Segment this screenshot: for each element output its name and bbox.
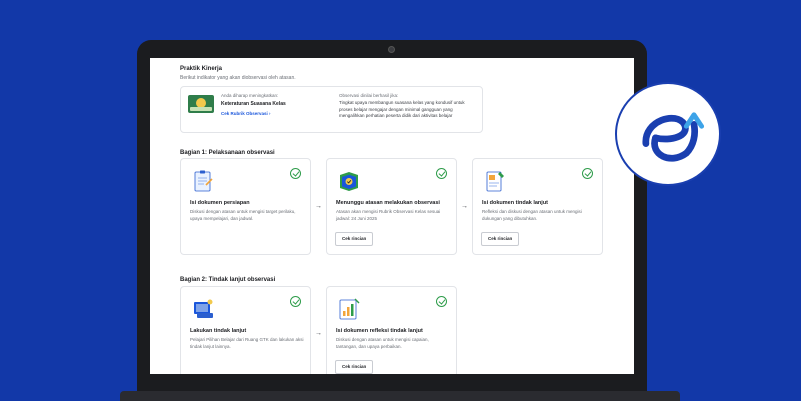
- completed-check-icon: [582, 168, 593, 179]
- brand-logo-badge: [615, 82, 721, 186]
- document-checklist-icon: [194, 170, 213, 192]
- card-description: Diskusi dengan atasan untuk mengisi capa…: [336, 337, 429, 349]
- card-description: Atasan akan mengisi Rubrik Observasi Kel…: [336, 209, 441, 221]
- check-rubric-link[interactable]: Cek Rubrik Observasi ›: [221, 111, 271, 116]
- indicator-prompt: Anda diharap meningkatkan:: [221, 93, 279, 98]
- check-details-button[interactable]: Cek rincian: [335, 232, 374, 246]
- classroom-illustration-icon: [188, 95, 214, 113]
- page-title: Praktik Kinerja: [180, 66, 223, 72]
- card-prep-document[interactable]: Isi dokumen persiapan Diskusi dengan ata…: [180, 158, 311, 255]
- completed-check-icon: [436, 168, 447, 179]
- arrow-right-icon: →: [315, 330, 322, 337]
- observation-board-icon: [340, 172, 358, 191]
- card-title: Isi dokumen persiapan: [190, 200, 250, 206]
- check-details-button[interactable]: Cek rincian: [335, 360, 374, 374]
- criteria-label: Observasi dinilai berhasil jika:: [339, 93, 399, 98]
- indicator-name: Keteraturan Suasana Kelas: [221, 101, 286, 107]
- arrow-right-icon: →: [315, 203, 322, 210]
- card-await-observation[interactable]: Menunggu atasan melakukan observasi Atas…: [326, 158, 457, 255]
- card-do-follow-up[interactable]: Lakukan tindak lanjut Pelajari Pilihan B…: [180, 286, 311, 374]
- indicator-info-box: Anda diharap meningkatkan: Keteraturan S…: [180, 86, 483, 133]
- section-1-title: Bagian 1: Pelaksanaan observasi: [180, 150, 275, 156]
- laptop-screen: Praktik Kinerja Berikut indikator yang a…: [150, 58, 634, 374]
- brand-e-arrow-icon: [642, 112, 705, 162]
- card-title: Menunggu atasan melakukan observasi: [336, 200, 440, 206]
- completed-check-icon: [290, 296, 301, 307]
- card-description: Refleksi dan diskusi dengan atasan untuk…: [482, 209, 582, 221]
- card-description: Pelajari Pilihan Belajar dari Ruang GTK …: [190, 337, 304, 349]
- webcam: [388, 46, 395, 53]
- reflection-chart-icon: [339, 298, 360, 320]
- card-title: Isi dokumen refleksi tindak lanjut: [336, 328, 423, 334]
- criteria-text: Tingkat upaya membangun suasana kelas ya…: [339, 100, 465, 118]
- card-title: Isi dokumen tindak lanjut: [482, 200, 549, 206]
- follow-up-document-icon: [486, 171, 504, 192]
- learning-materials-icon: [194, 299, 213, 318]
- completed-check-icon: [290, 168, 301, 179]
- check-details-button[interactable]: Cek rincian: [481, 232, 520, 246]
- card-title: Lakukan tindak lanjut: [190, 328, 247, 334]
- completed-check-icon: [436, 296, 447, 307]
- arrow-right-icon: →: [461, 203, 468, 210]
- performance-practice-page: Praktik Kinerja Berikut indikator yang a…: [180, 58, 604, 374]
- laptop-keyboard: [120, 391, 680, 401]
- page-subtitle: Berikut indikator yang akan diobservasi …: [180, 75, 296, 81]
- card-follow-up-document[interactable]: Isi dokumen tindak lanjut Refleksi dan d…: [472, 158, 603, 255]
- card-reflection-document[interactable]: Isi dokumen refleksi tindak lanjut Disku…: [326, 286, 457, 374]
- section-2-title: Bagian 2: Tindak lanjut observasi: [180, 277, 276, 283]
- card-description: Diskusi dengan atasan untuk mengisi targ…: [190, 209, 296, 221]
- chevron-right-icon: ›: [269, 111, 271, 116]
